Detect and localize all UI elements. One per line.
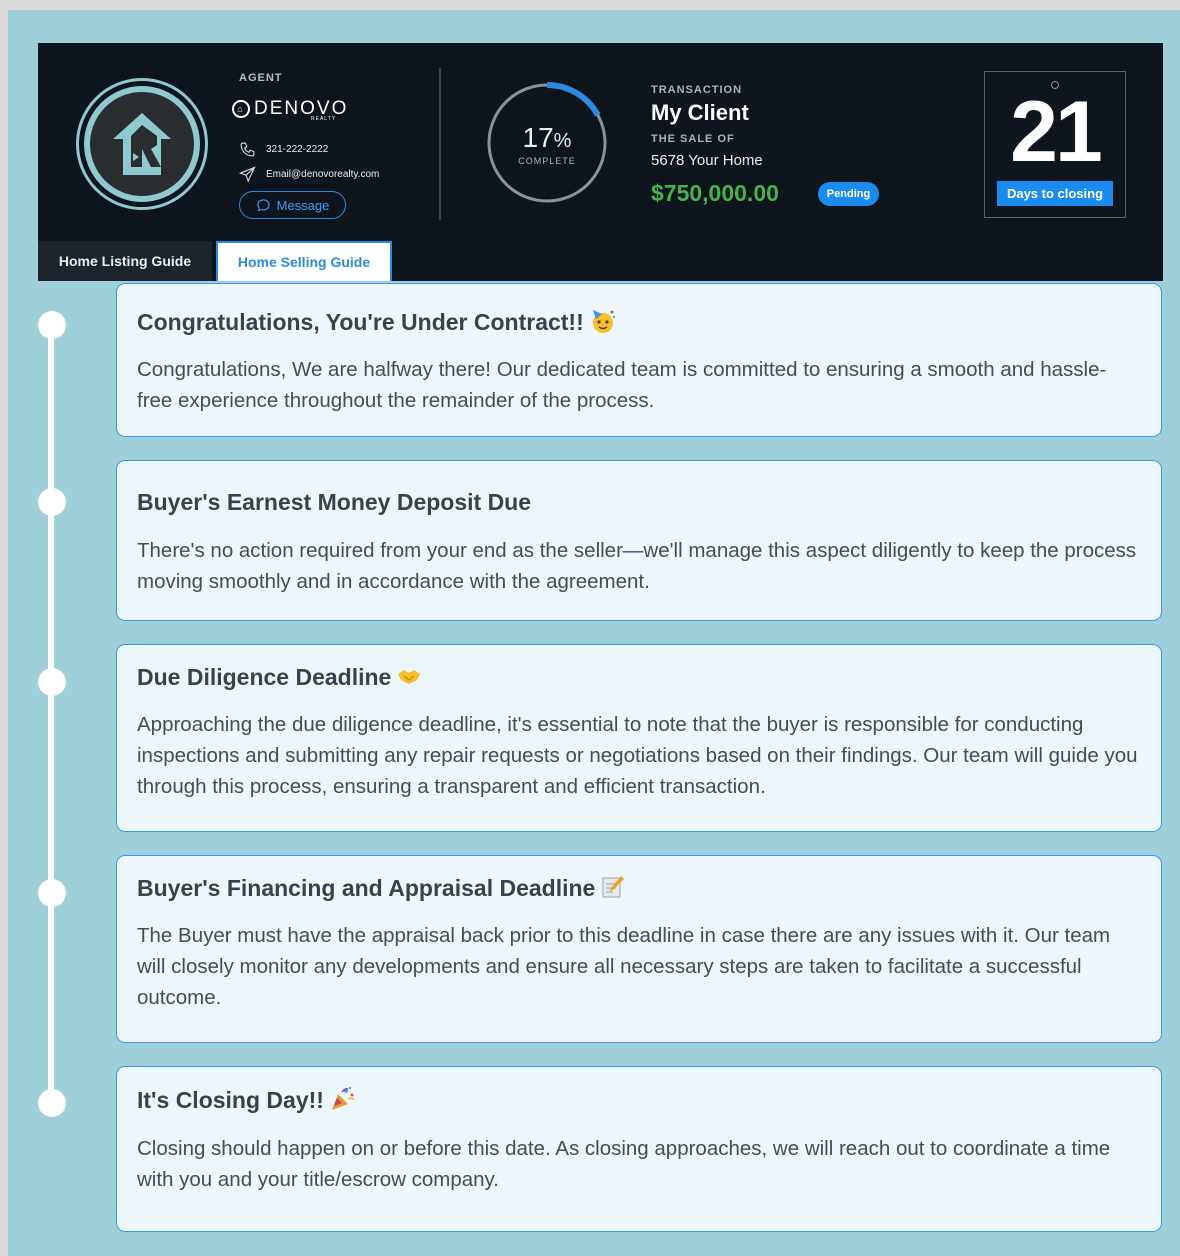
days-label: Days to closing <box>997 181 1113 206</box>
handshake-icon <box>397 665 421 692</box>
email-address[interactable]: Email@denovorealty.com <box>266 169 379 180</box>
phone-row[interactable]: 321-222-2222 <box>239 141 328 158</box>
timeline-dot <box>38 488 66 516</box>
card-body: Approaching the due diligence deadline, … <box>137 713 1138 798</box>
transaction-label: TRANSACTION <box>651 84 743 96</box>
timeline-card: It's Closing Day!! Closing should happen… <box>116 1066 1162 1232</box>
timeline-dot <box>38 311 66 339</box>
chat-icon <box>256 198 270 211</box>
message-label: Message <box>276 197 330 213</box>
card-title: Buyer's Financing and Appraisal Deadline <box>137 875 625 905</box>
tab-home-listing-guide[interactable]: Home Listing Guide <box>38 241 212 281</box>
timeline-line <box>48 325 54 1103</box>
sale-price: $750,000.00 <box>651 180 779 206</box>
home-address: 5678 Your Home <box>651 152 763 169</box>
brand-sub: REALTY <box>311 116 337 122</box>
card-title: Due Diligence Deadline <box>137 664 421 692</box>
progress-text: 17% COMPLETE <box>486 122 608 166</box>
agent-label: AGENT <box>239 72 283 84</box>
memo-icon <box>601 875 625 905</box>
card-body: The Buyer must have the appraisal back p… <box>137 924 1111 1009</box>
days-count: 21 <box>1010 84 1103 180</box>
card-title: Buyer's Earnest Money Deposit Due <box>137 489 531 516</box>
sale-label: THE SALE OF <box>651 133 735 145</box>
status-badge: Pending <box>818 182 879 206</box>
progress-arc <box>546 82 601 117</box>
progress-percent: 17 <box>522 122 554 153</box>
progress-unit: % <box>553 130 572 152</box>
agent-logo <box>76 78 208 210</box>
timeline-card: Buyer's Earnest Money Deposit Due There'… <box>116 460 1162 621</box>
phone-icon <box>240 142 255 157</box>
timeline-card: Due Diligence Deadline Approaching the d… <box>116 644 1162 832</box>
days-to-closing-box: 21 Days to closing <box>984 71 1126 218</box>
phone-number[interactable]: 321-222-2222 <box>266 144 328 155</box>
card-title-text: Due Diligence Deadline <box>137 664 392 690</box>
card-body: There's no action required from your end… <box>137 539 1137 593</box>
progress-label: COMPLETE <box>518 156 576 166</box>
card-title: Congratulations, You're Under Contract!! <box>137 308 616 340</box>
send-icon <box>239 166 256 183</box>
house-logo-icon <box>113 113 171 175</box>
client-name: My Client <box>651 100 749 125</box>
card-title-text: It's Closing Day!! <box>137 1087 324 1114</box>
card-body: Congratulations, We are halfway there! O… <box>137 358 1107 412</box>
message-button[interactable]: Message <box>239 191 346 219</box>
header-divider <box>439 68 441 220</box>
tab-home-selling-guide[interactable]: Home Selling Guide <box>216 241 392 281</box>
card-body: Closing should happen on or before this … <box>137 1137 1111 1191</box>
timeline-card: Congratulations, You're Under Contract!!… <box>116 283 1162 437</box>
card-title-text: Buyer's Earnest Money Deposit Due <box>137 489 532 515</box>
brand-home-icon: ⌂ <box>232 100 250 118</box>
card-title-text: Buyer's Financing and Appraisal Deadline <box>137 875 596 902</box>
timeline-dot <box>38 668 66 696</box>
party-popper-icon <box>330 1086 356 1118</box>
card-title: It's Closing Day!! <box>137 1086 356 1118</box>
card-title-text: Congratulations, You're Under Contract!! <box>137 309 584 336</box>
timeline-dot <box>38 879 66 907</box>
email-row[interactable]: Email@denovorealty.com <box>239 166 379 183</box>
timeline-card: Buyer's Financing and Appraisal Deadline… <box>116 855 1162 1043</box>
party-face-icon <box>590 308 616 340</box>
timeline-dot <box>38 1089 66 1117</box>
